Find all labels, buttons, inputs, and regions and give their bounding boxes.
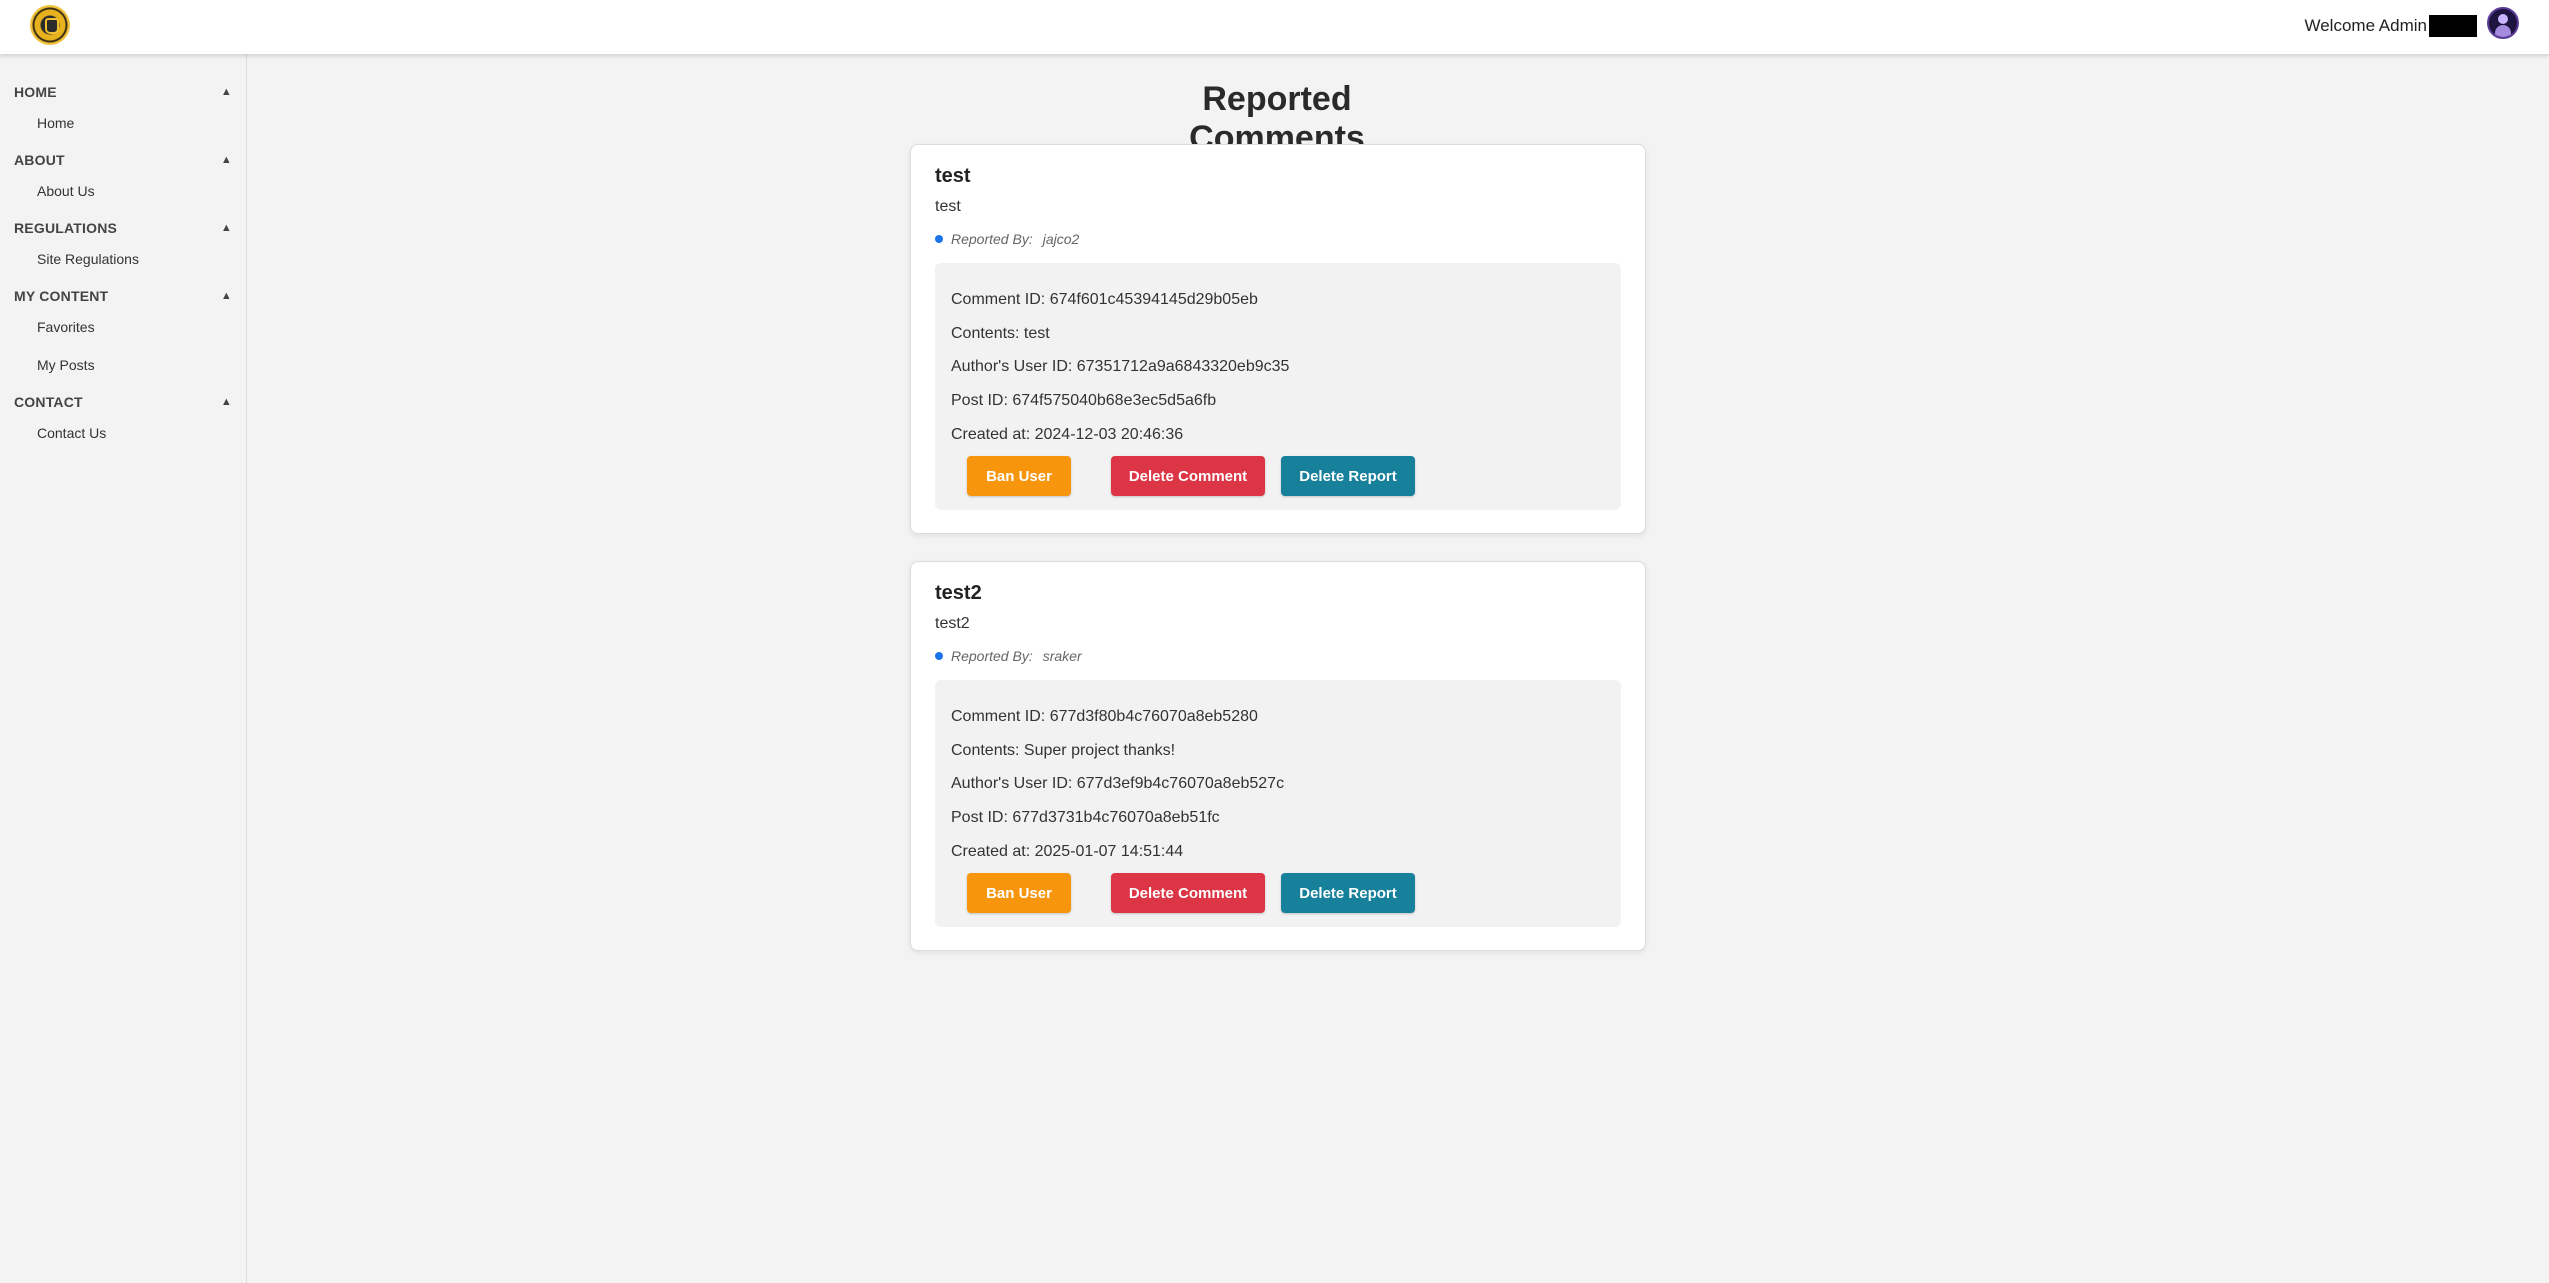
report-card: test2 test2 Reported By: sraker Comment … bbox=[910, 561, 1646, 951]
sidebar-item-my-posts[interactable]: My Posts bbox=[37, 357, 95, 373]
created-at: Created at: 2025-01-07 14:51:44 bbox=[951, 843, 1184, 860]
ban-user-button[interactable]: Ban User bbox=[967, 873, 1071, 913]
comment-id: Comment ID: 674f601c45394145d29b05eb bbox=[951, 291, 1258, 308]
badge-logo-icon[interactable] bbox=[30, 5, 70, 45]
sidebar-item-home[interactable]: Home bbox=[37, 115, 74, 131]
reporter-username: jajco2 bbox=[1042, 231, 1080, 247]
comment-details: Comment ID: 674f601c45394145d29b05eb Con… bbox=[935, 263, 1621, 510]
sidebar-item-site-regulations[interactable]: Site Regulations bbox=[37, 251, 139, 267]
comment-contents: Contents: test bbox=[951, 325, 1050, 342]
welcome-message: Welcome Admin bbox=[2304, 15, 2477, 37]
sidebar-section-title: MY CONTENT bbox=[14, 288, 109, 304]
sidebar-section-title: HOME bbox=[14, 84, 57, 100]
reported-by-label: Reported By: bbox=[951, 231, 1033, 247]
sidebar-item-favorites[interactable]: Favorites bbox=[37, 319, 95, 335]
created-at: Created at: 2024-12-03 20:46:36 bbox=[951, 426, 1184, 443]
user-avatar-icon[interactable] bbox=[2487, 7, 2519, 39]
redacted-username bbox=[2429, 15, 2477, 37]
delete-report-button[interactable]: Delete Report bbox=[1281, 456, 1415, 496]
delete-comment-button[interactable]: Delete Comment bbox=[1111, 873, 1265, 913]
report-card: test test Reported By: jajco2 Comment ID… bbox=[910, 144, 1646, 534]
report-title: test2 bbox=[935, 582, 982, 604]
sidebar-section-my-content[interactable]: MY CONTENT ▲ bbox=[14, 286, 232, 306]
bullet-dot-icon bbox=[935, 652, 943, 660]
post-id: Post ID: 677d3731b4c76070a8eb51fc bbox=[951, 809, 1220, 826]
reported-by: Reported By: jajco2 bbox=[935, 231, 1079, 247]
sidebar-section-home[interactable]: HOME ▲ bbox=[14, 82, 232, 102]
report-text: test bbox=[935, 198, 961, 215]
caret-up-icon: ▲ bbox=[220, 154, 232, 166]
reported-by-label: Reported By: bbox=[951, 648, 1033, 664]
caret-up-icon: ▲ bbox=[220, 396, 232, 408]
caret-up-icon: ▲ bbox=[220, 86, 232, 98]
reporter-username: sraker bbox=[1042, 648, 1082, 664]
sidebar-section-title: ABOUT bbox=[14, 152, 65, 168]
comment-details: Comment ID: 677d3f80b4c76070a8eb5280 Con… bbox=[935, 680, 1621, 927]
comment-contents: Contents: Super project thanks! bbox=[951, 742, 1176, 759]
author-user-id: Author's User ID: 677d3ef9b4c76070a8eb52… bbox=[951, 775, 1285, 792]
caret-up-icon: ▲ bbox=[220, 222, 232, 234]
report-title: test bbox=[935, 165, 971, 187]
sidebar-section-about[interactable]: ABOUT ▲ bbox=[14, 150, 232, 170]
welcome-text: Welcome Admin bbox=[2304, 16, 2427, 35]
delete-report-button[interactable]: Delete Report bbox=[1281, 873, 1415, 913]
report-text: test2 bbox=[935, 615, 970, 632]
author-user-id: Author's User ID: 67351712a9a6843320eb9c… bbox=[951, 358, 1290, 375]
ban-user-button[interactable]: Ban User bbox=[967, 456, 1071, 496]
caret-up-icon: ▲ bbox=[220, 290, 232, 302]
top-bar: Welcome Admin bbox=[0, 0, 2549, 54]
reported-by: Reported By: sraker bbox=[935, 648, 1082, 664]
sidebar-item-contact-us[interactable]: Contact Us bbox=[37, 425, 106, 441]
sidebar-section-contact[interactable]: CONTACT ▲ bbox=[14, 392, 232, 412]
bullet-dot-icon bbox=[935, 235, 943, 243]
sidebar-section-title: CONTACT bbox=[14, 394, 83, 410]
post-id: Post ID: 674f575040b68e3ec5d5a6fb bbox=[951, 392, 1217, 409]
sidebar-section-title: REGULATIONS bbox=[14, 220, 118, 236]
delete-comment-button[interactable]: Delete Comment bbox=[1111, 456, 1265, 496]
sidebar: HOME ▲ Home ABOUT ▲ About Us REGULATIONS… bbox=[0, 54, 247, 1283]
sidebar-section-regulations[interactable]: REGULATIONS ▲ bbox=[14, 218, 232, 238]
comment-id: Comment ID: 677d3f80b4c76070a8eb5280 bbox=[951, 708, 1258, 725]
sidebar-item-about-us[interactable]: About Us bbox=[37, 183, 95, 199]
